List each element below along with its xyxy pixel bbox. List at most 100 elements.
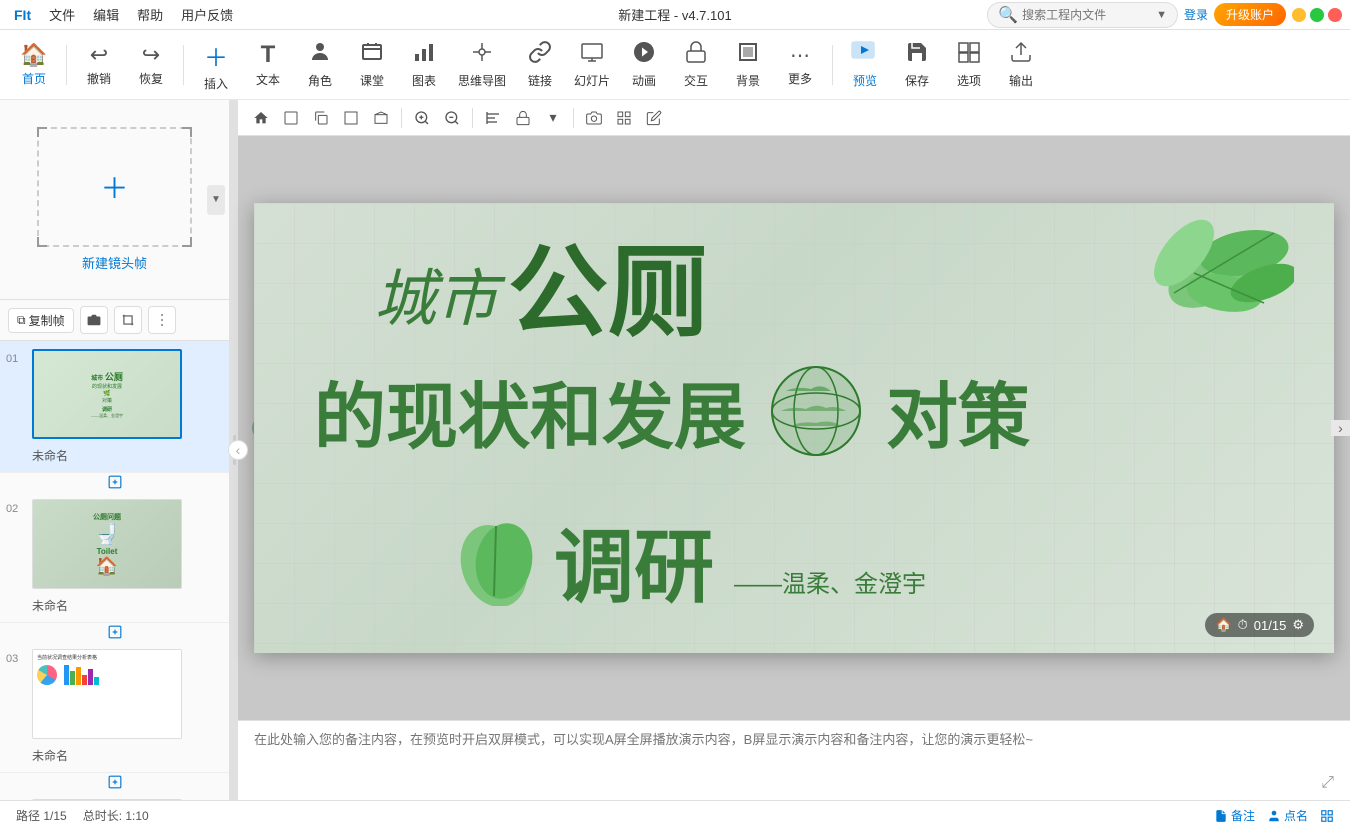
slide-canvas[interactable]: 1 城市 公厕 (238, 136, 1350, 720)
corner-bl (37, 237, 47, 247)
right-collapse-button[interactable]: › (1330, 420, 1350, 436)
ct-divider-2 (472, 108, 473, 128)
canvas-area: ▾ 1 (238, 100, 1350, 800)
corner-br (182, 237, 192, 247)
duration-info: 总时长: 1:10 (83, 807, 149, 824)
search-icon: 🔍 (998, 5, 1018, 25)
slide-item-2[interactable]: 02 公厕问题 🚽 Toilet 🏠 未命名 (0, 491, 229, 623)
titlebar-left: FIt 文件 编辑 帮助 用户反馈 (8, 3, 239, 26)
toolbar-mindmap-label: 思维导图 (458, 72, 506, 89)
ct-home-icon[interactable] (248, 105, 274, 131)
ct-layers-icon[interactable] (368, 105, 394, 131)
ct-screenshot-icon[interactable] (581, 105, 607, 131)
toolbar-divider-1 (66, 45, 67, 85)
ct-edit-icon[interactable] (641, 105, 667, 131)
ct-zoom-out-icon[interactable] (439, 105, 465, 131)
slide-name-3: 未命名 (32, 747, 182, 764)
menu-edit[interactable]: 编辑 (87, 3, 125, 26)
notes-textarea[interactable] (254, 729, 1334, 784)
menu-file[interactable]: 文件 (43, 3, 81, 26)
copy-frame-button[interactable]: ⧉ 复制帧 (8, 308, 74, 333)
toolbar-insert[interactable]: ＋ 插入 (192, 35, 240, 95)
ct-grid-icon[interactable] (611, 105, 637, 131)
toolbar-bg[interactable]: 背景 (724, 35, 772, 95)
left-panel: ＋ 新建镜头帧 ▼ ⧉ 复制帧 01 (0, 100, 230, 800)
crop-button[interactable] (114, 306, 142, 334)
toolbar-animation[interactable]: 动画 (620, 35, 668, 95)
copy-frame-label: 复制帧 (29, 312, 65, 329)
maximize-button[interactable] (1310, 8, 1324, 22)
slide-icon (580, 40, 604, 70)
statusbar-left: 路径 1/15 总时长: 1:10 (16, 807, 149, 824)
text-duice: 对策 (886, 358, 1030, 463)
close-button[interactable] (1328, 8, 1342, 22)
toolbar-options[interactable]: 选项 (945, 35, 993, 95)
login-button[interactable]: 登录 (1184, 6, 1208, 23)
menu-help[interactable]: 帮助 (131, 3, 169, 26)
new-frame-label[interactable]: 新建镜头帧 (82, 253, 147, 272)
class-icon (360, 40, 384, 70)
animation-icon (632, 40, 656, 70)
globe-icon (766, 361, 866, 461)
bg-icon (736, 40, 760, 70)
toolbar-redo[interactable]: ↪ 恢复 (127, 35, 175, 95)
leaf-decoration-top (1094, 213, 1294, 373)
toolbar-mindmap[interactable]: 思维导图 (452, 35, 512, 95)
more-options-button[interactable] (148, 306, 176, 334)
notes-button[interactable]: 备注 (1214, 807, 1255, 824)
toolbar-interact[interactable]: 交互 (672, 35, 720, 95)
ct-frame-icon[interactable] (278, 105, 304, 131)
slide-number-1: 01 (6, 349, 26, 365)
mini-pie-chart (37, 665, 57, 685)
points-button[interactable]: 点名 (1267, 807, 1308, 824)
ct-zoom-in-icon[interactable] (409, 105, 435, 131)
toolbar-divider-3 (832, 45, 833, 85)
toolbar-slide[interactable]: 幻灯片 (568, 35, 616, 95)
mindmap-icon (470, 40, 494, 70)
search-box[interactable]: 🔍 ▼ (987, 2, 1178, 28)
text-chengshi: 城市 (374, 248, 498, 338)
ct-square-icon[interactable] (338, 105, 364, 131)
upgrade-button[interactable]: 升级账户 (1214, 3, 1286, 26)
ct-copy-icon[interactable] (308, 105, 334, 131)
toolbar-text[interactable]: T 文本 (244, 35, 292, 95)
slide-thumb-2: 公厕问题 🚽 Toilet 🏠 (32, 499, 182, 589)
camera-button[interactable] (80, 306, 108, 334)
split-handle[interactable] (230, 100, 238, 800)
search-dropdown-icon[interactable]: ▼ (1156, 9, 1167, 21)
toolbar-preview[interactable]: 预览 (841, 35, 889, 95)
slide-indicator-1 (0, 473, 229, 491)
expand-notes-button[interactable]: ⤢ (1321, 774, 1334, 792)
toolbar-more[interactable]: ⋯ 更多 (776, 35, 824, 95)
slide-item-1[interactable]: 01 城市 公厕 的现状和发展 🌿 对策 调研 ——温柔、金澄宇 (0, 341, 229, 473)
toolbar-undo[interactable]: ↩ 撤销 (75, 35, 123, 95)
toolbar-character-label: 角色 (308, 72, 332, 89)
new-frame-area: ＋ 新建镜头帧 ▼ (0, 100, 229, 300)
ct-dropdown-icon[interactable]: ▾ (540, 105, 566, 131)
toolbar-home[interactable]: 🏠 首页 (10, 35, 58, 95)
ct-lock-icon[interactable] (510, 105, 536, 131)
toolbar-class[interactable]: 课堂 (348, 35, 396, 95)
slide-title-row3: 调研 ——温柔、金澄宇 (454, 503, 926, 619)
toolbar-character[interactable]: 角色 (296, 35, 344, 95)
title-bar: FIt 文件 编辑 帮助 用户反馈 新建工程 - v4.7.101 🔍 ▼ 登录… (0, 0, 1350, 30)
ct-align-left-icon[interactable] (480, 105, 506, 131)
toolbar-chart[interactable]: 图表 (400, 35, 448, 95)
search-input[interactable] (1022, 8, 1152, 22)
undo-icon: ↩ (90, 42, 108, 68)
layout-button[interactable] (1320, 809, 1334, 823)
toolbar-export[interactable]: 输出 (997, 35, 1045, 95)
titlebar-right: 🔍 ▼ 登录 升级账户 (987, 2, 1342, 28)
toolbar-link[interactable]: 链接 (516, 35, 564, 95)
minimize-button[interactable] (1292, 8, 1306, 22)
slide-item-4[interactable]: 04 (0, 791, 229, 800)
collapse-panel-button[interactable]: ▼ (207, 185, 225, 215)
interact-icon (684, 40, 708, 70)
new-frame-box[interactable]: ＋ (37, 127, 192, 247)
menu-feedback[interactable]: 用户反馈 (175, 3, 239, 26)
slide-item-3[interactable]: 03 当前状况调查结果分析表格 (0, 641, 229, 773)
character-icon (308, 40, 332, 70)
text-author: ——温柔、金澄宇 (734, 564, 926, 599)
toolbar-save[interactable]: 保存 (893, 35, 941, 95)
slide-content[interactable]: 城市 公厕 的现状和发展 对策 (254, 203, 1334, 653)
